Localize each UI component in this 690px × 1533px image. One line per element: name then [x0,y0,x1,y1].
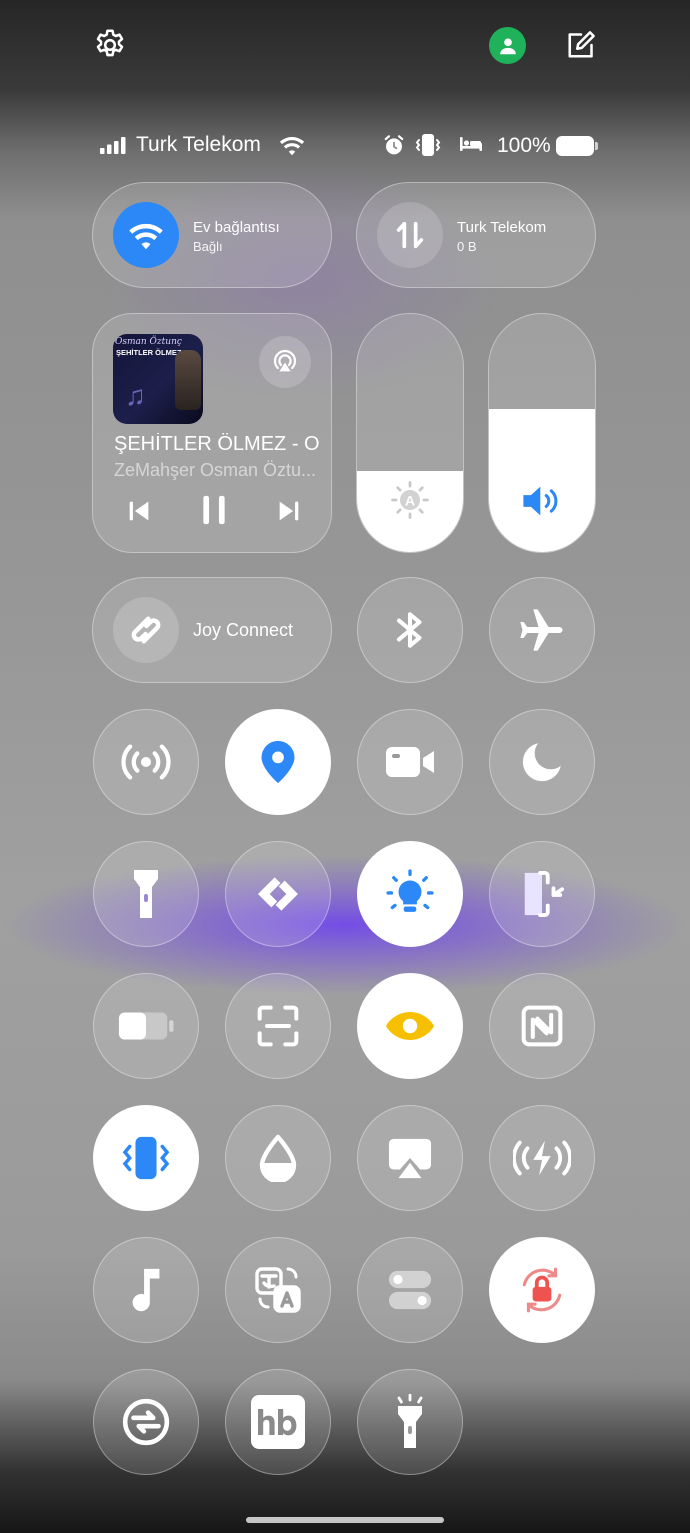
audio-output-button[interactable] [259,336,311,388]
rotation-lock-toggle[interactable] [489,1237,595,1343]
rotation-lock-icon [522,1267,562,1313]
brightness-slider[interactable]: A [356,313,464,553]
edge-panel-toggle[interactable] [489,841,595,947]
volume-fill [489,409,595,552]
svg-text:A: A [405,493,415,509]
music-note-icon [132,1268,160,1312]
mobile-data-usage: 0 B [457,239,477,254]
bluetooth-icon [396,612,422,648]
eye-icon [386,1012,434,1040]
joy-connect-icon [131,616,161,644]
carrier-name: Turk Telekom [136,133,261,156]
pause-icon [203,495,225,525]
data-arrows-icon [396,221,424,249]
scan-icon [257,1005,299,1047]
torch-toggle[interactable] [357,1369,463,1475]
vibrate-status-icon [415,134,441,156]
screen-cast-toggle[interactable] [357,1105,463,1211]
volume-slider[interactable] [488,313,596,553]
reading-mode-toggle[interactable] [357,973,463,1079]
album-art: Osman Öztunç ŞEHİTLER ÖLMEZ. ♫ [113,334,203,424]
status-bar: Turk Telekom 100% [0,130,690,162]
sync-toggle[interactable] [93,1369,199,1475]
battery-icon [556,136,594,156]
sleep-icon [460,137,482,151]
link-share-toggle[interactable] [225,841,331,947]
switch-icon [388,1270,432,1310]
mobile-data-tile[interactable]: Turk Telekom 0 B [356,182,596,288]
airplane-mode-toggle[interactable] [489,577,595,683]
power-share-toggle[interactable] [489,1105,595,1211]
translate-toggle[interactable] [225,1237,331,1343]
mobile-carrier-name: Turk Telekom [457,219,547,236]
previous-button[interactable] [125,497,153,525]
edit-icon [568,31,595,58]
edit-button[interactable] [563,27,599,63]
joy-connect-tile[interactable]: Joy Connect [92,577,332,683]
wifi-network-name: Ev bağlantısı [193,219,280,236]
link-icon [258,877,298,911]
do-not-disturb-toggle[interactable] [489,709,595,815]
bluetooth-toggle[interactable] [357,577,463,683]
video-camera-icon [386,747,434,777]
battery-saver-toggle[interactable] [93,973,199,1079]
location-toggle[interactable] [225,709,331,815]
wifi-toggle[interactable] [113,202,179,268]
media-player-card[interactable]: Osman Öztunç ŞEHİTLER ÖLMEZ. ♫ ŞEHİTLER … [92,313,332,553]
wifi-tile[interactable]: Ev bağlantısı Bağlı [92,182,332,288]
hotspot-icon [121,744,171,780]
settings-button[interactable] [92,27,128,63]
screenshot-toggle[interactable] [225,973,331,1079]
home-indicator[interactable] [246,1517,444,1523]
music-toggle[interactable] [93,1237,199,1343]
joy-connect-toggle[interactable] [113,597,179,663]
volume-icon [523,486,558,516]
power-share-icon [513,1140,571,1176]
signal-icon [100,137,126,154]
track-artist: ZeMahşer Osman Öztu... [114,460,317,480]
mobile-data-toggle[interactable] [377,202,443,268]
battery-percent: 100% [497,134,551,157]
edge-panel-icon [524,871,565,917]
screencast-icon [388,1138,432,1179]
pause-button[interactable] [197,493,231,527]
vibrate-toggle[interactable] [93,1105,199,1211]
battery-icon [118,1012,174,1040]
next-icon [279,501,299,521]
hotspot-toggle[interactable] [93,709,199,815]
hepsiburada-shortcut[interactable] [225,1369,331,1475]
track-title: ŞEHİTLER ÖLMEZ - O... [114,433,320,455]
gear-icon [96,29,124,57]
user-icon [499,37,516,54]
screen-recorder-toggle[interactable] [357,709,463,815]
hb-icon [251,1395,305,1449]
auto-brightness-icon: A [391,481,429,519]
translate-icon [255,1267,301,1313]
bulb-icon [386,869,434,912]
airplane-icon [520,609,563,651]
wifi-icon [129,223,163,250]
switch-toggle[interactable] [357,1237,463,1343]
flashlight-icon [134,870,158,918]
battery-tip [595,142,598,150]
wifi-status: Bağlı [193,239,223,254]
sync-icon [122,1398,170,1446]
flashlight-toggle[interactable] [93,841,199,947]
moon-icon [522,743,561,782]
next-button[interactable] [275,497,303,525]
joy-connect-label: Joy Connect [193,620,294,640]
eye-comfort-toggle[interactable] [357,841,463,947]
drop-icon [259,1134,297,1182]
location-pin-icon [261,740,295,784]
profile-button[interactable] [489,27,526,64]
ink-mode-toggle[interactable] [225,1105,331,1211]
nfc-toggle[interactable] [489,973,595,1079]
alarm-icon [384,135,404,155]
torch-icon [397,1394,423,1448]
vibrate-icon [122,1136,170,1180]
previous-icon [129,501,149,521]
broadcast-icon [273,349,297,372]
nfc-icon [521,1005,563,1047]
wifi-status-icon [279,136,305,156]
